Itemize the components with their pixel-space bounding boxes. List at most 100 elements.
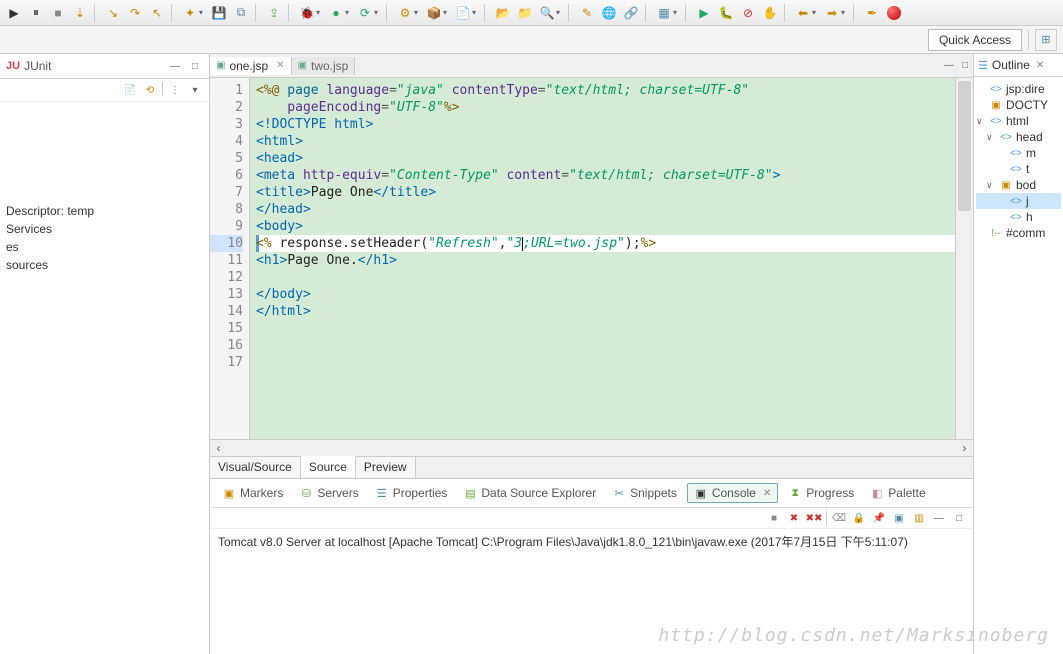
layout-icon[interactable]: ▦	[654, 3, 674, 23]
menu-icon[interactable]: ⋮	[167, 82, 183, 98]
forward-icon[interactable]: ➡	[822, 3, 842, 23]
junit-view: JU JUnit — □ 📄 ⟲ ⋮ ▾ Descriptor: temp Se…	[0, 54, 210, 654]
view-data-source[interactable]: ▤Data Source Explorer	[457, 484, 602, 502]
terminate-icon[interactable]: ⊘	[738, 3, 758, 23]
publish-icon[interactable]: ⇪	[264, 3, 284, 23]
view-servers[interactable]: ⛁Servers	[293, 484, 364, 502]
globe-icon[interactable]: 🌐	[599, 3, 619, 23]
minimize-icon[interactable]: —	[941, 58, 957, 74]
junit-title: JUnit	[24, 59, 167, 73]
remove-all-icon[interactable]: ✖✖	[806, 510, 822, 526]
history-icon[interactable]: 📄	[122, 82, 138, 98]
view-properties[interactable]: ☰Properties	[369, 484, 454, 502]
list-item[interactable]: sources	[0, 256, 209, 274]
tree-item[interactable]: ∨<>head	[976, 129, 1061, 145]
scroll-lock-icon[interactable]: 🔒	[851, 510, 867, 526]
view-menu-icon[interactable]: ▾	[187, 82, 203, 98]
line-gutter: 1 2 3 4 5 6 7 8 9 10 11 12 13 14	[210, 78, 250, 439]
terminate-icon[interactable]: ■	[766, 510, 782, 526]
view-progress[interactable]: ⧗Progress	[782, 484, 860, 502]
list-item[interactable]: Descriptor: temp	[0, 202, 209, 220]
new-package-icon[interactable]: 📦	[424, 3, 444, 23]
jsp-file-icon: ▣	[298, 60, 307, 71]
tree-item[interactable]: ∨▣bod	[976, 177, 1061, 193]
maximize-icon[interactable]: □	[957, 58, 973, 74]
maximize-icon[interactable]: □	[187, 58, 203, 74]
resume-icon[interactable]: ▶	[4, 3, 24, 23]
jsp-file-icon: ▣	[216, 60, 225, 71]
tree-item[interactable]: !--#comm	[976, 225, 1061, 241]
debug-icon[interactable]: 🐞	[297, 3, 317, 23]
outline-icon: ☰	[978, 59, 988, 72]
debug-bug-icon[interactable]: 🐛	[716, 3, 736, 23]
outline-view: ☰ Outline ✕ <>jsp:dire ▣DOCTY ∨<>html ∨<…	[973, 54, 1063, 654]
close-icon[interactable]: ✕	[276, 60, 284, 71]
console-output[interactable]: Tomcat v8.0 Server at localhost [Apache …	[210, 529, 973, 654]
tree-item[interactable]: <>jsp:dire	[976, 81, 1061, 97]
view-palette[interactable]: ◧Palette	[864, 484, 931, 502]
list-item[interactable]: Services	[0, 220, 209, 238]
disconnect-icon[interactable]: ⇣	[70, 3, 90, 23]
step-return-icon[interactable]: ↖	[147, 3, 167, 23]
search-icon[interactable]: 🔍	[537, 3, 557, 23]
step-into-icon[interactable]: ↘	[103, 3, 123, 23]
maximize-icon[interactable]: □	[951, 510, 967, 526]
open-task-icon[interactable]: 📁	[515, 3, 535, 23]
tab-label: one.jsp	[229, 59, 268, 73]
editor-mode-tabs: Visual/Source Source Preview	[210, 456, 973, 478]
tab-visual-source[interactable]: Visual/Source	[210, 457, 301, 478]
brush-icon[interactable]: ✒	[862, 3, 882, 23]
run-green-icon[interactable]: ▶	[694, 3, 714, 23]
list-item[interactable]: es	[0, 238, 209, 256]
pause-icon[interactable]: ⏸	[26, 3, 46, 23]
quick-access-input[interactable]: Quick Access	[928, 29, 1022, 51]
perspective-button[interactable]: ⊞	[1035, 29, 1057, 51]
quick-access-bar: Quick Access ⊞	[0, 26, 1063, 54]
run-icon[interactable]: ●	[326, 3, 346, 23]
display-icon[interactable]: ▣	[891, 510, 907, 526]
run-last-icon[interactable]: ⟳	[355, 3, 375, 23]
editor-tab-one[interactable]: ▣ one.jsp ✕	[210, 57, 292, 75]
tree-item[interactable]: <>h	[976, 209, 1061, 225]
hand-icon[interactable]: ✋	[760, 3, 780, 23]
tab-source[interactable]: Source	[301, 456, 356, 477]
save-all-icon[interactable]: ⧉	[231, 3, 251, 23]
editor-tab-two[interactable]: ▣ two.jsp	[292, 57, 356, 75]
toggle-mark-icon[interactable]: ✎	[577, 3, 597, 23]
junit-icon: JU	[6, 60, 20, 72]
new-server-icon[interactable]: ⚙	[395, 3, 415, 23]
view-snippets[interactable]: ✂Snippets	[606, 484, 683, 502]
save-icon[interactable]: 💾	[209, 3, 229, 23]
tree-item[interactable]: ∨<>html	[976, 113, 1061, 129]
relaunch-icon[interactable]: ⟲	[142, 82, 158, 98]
step-over-icon[interactable]: ↷	[125, 3, 145, 23]
horizontal-scrollbar[interactable]: ‹›	[210, 439, 973, 456]
editor-tabs: ▣ one.jsp ✕ ▣ two.jsp — □	[210, 54, 973, 78]
main-toolbar: ▶ ⏸ ■ ⇣ ↘ ↷ ↖ ✦ ▾ 💾 ⧉ ⇪ 🐞 ▾ ● ▾ ⟳ ▾ ⚙ ▾ …	[0, 0, 1063, 26]
code-editor[interactable]: 1 2 3 4 5 6 7 8 9 10 11 12 13 14	[210, 78, 973, 439]
new-icon[interactable]: ✦	[180, 3, 200, 23]
open-console-icon[interactable]: ▥	[911, 510, 927, 526]
minimize-icon[interactable]: —	[931, 510, 947, 526]
tree-item[interactable]: <>j	[976, 193, 1061, 209]
view-markers[interactable]: ▣Markers	[216, 484, 289, 502]
pin-icon[interactable]: 📌	[871, 510, 887, 526]
tab-label: two.jsp	[311, 59, 348, 73]
bottom-views-bar: ▣Markers ⛁Servers ☰Properties ▤Data Sour…	[210, 479, 973, 508]
remove-launch-icon[interactable]: ✖	[786, 510, 802, 526]
console-toolbar: ■ ✖ ✖✖ ⌫ 🔒 📌 ▣ ▥ — □	[210, 508, 973, 529]
minimize-icon[interactable]: —	[167, 58, 183, 74]
clear-icon[interactable]: ⌫	[831, 510, 847, 526]
vertical-scrollbar[interactable]	[955, 78, 973, 439]
back-icon[interactable]: ⬅	[793, 3, 813, 23]
tree-item[interactable]: <>m	[976, 145, 1061, 161]
tab-preview[interactable]: Preview	[356, 457, 416, 478]
tree-item[interactable]: <>t	[976, 161, 1061, 177]
tree-item[interactable]: ▣DOCTY	[976, 97, 1061, 113]
stop-icon[interactable]: ■	[48, 3, 68, 23]
view-console[interactable]: ▣Console✕	[687, 483, 778, 503]
record-icon[interactable]	[884, 3, 904, 23]
new-class-icon[interactable]: 📄	[453, 3, 473, 23]
link-icon[interactable]: 🔗	[621, 3, 641, 23]
open-type-icon[interactable]: 📂	[493, 3, 513, 23]
